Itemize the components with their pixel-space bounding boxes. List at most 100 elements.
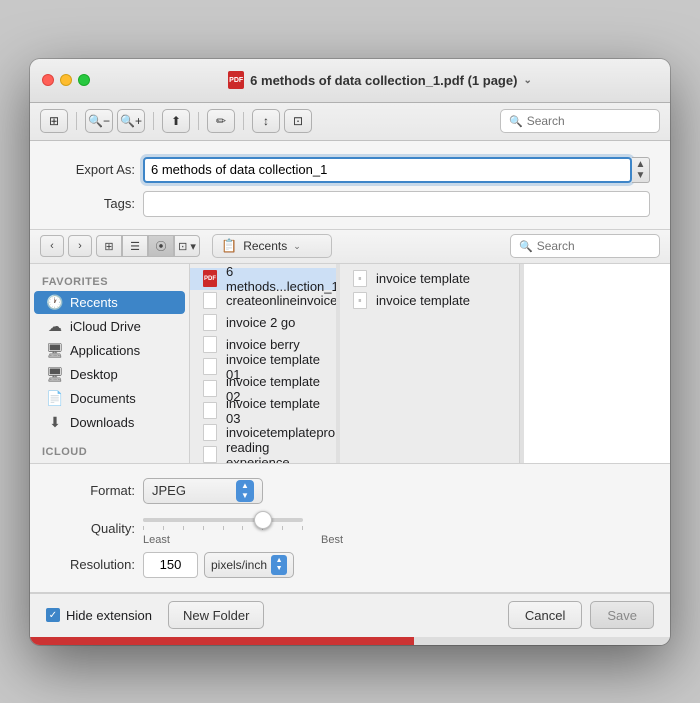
markup-button[interactable]: ✏ (207, 109, 235, 133)
file-item-8[interactable]: reading experience (190, 444, 336, 463)
close-button[interactable] (42, 74, 54, 86)
doc-file-icon-5 (203, 380, 217, 397)
file-icon-0: PDF (202, 270, 218, 288)
slider-wrapper (143, 512, 343, 522)
file-name-3: invoice berry (226, 337, 300, 352)
new-folder-button[interactable]: New Folder (168, 601, 264, 629)
sidebar-item-desktop[interactable]: 🖥 Desktop (34, 363, 185, 386)
file-icon-1 (202, 292, 218, 310)
location-selector[interactable]: 📋 Recents ⌄ (212, 234, 332, 258)
back-button[interactable]: ‹ (40, 235, 64, 257)
slider-fill (143, 518, 263, 522)
doc-file-icon-6 (203, 402, 217, 419)
second-col-icon-0: ≡ (352, 270, 368, 288)
location-text: Recents (243, 239, 287, 253)
doc-file-icon-7 (203, 424, 217, 441)
tags-input[interactable] (143, 191, 650, 217)
third-column (524, 264, 670, 463)
traffic-lights (42, 74, 90, 86)
sidebar-toggle-button[interactable]: ⊞ (40, 109, 68, 133)
window-title: 6 methods of data collection_1.pdf (1 pa… (250, 73, 517, 88)
forward-button[interactable]: › (68, 235, 92, 257)
sidebar-item-recents[interactable]: 🕐 Recents (34, 291, 185, 314)
sign-button[interactable]: ↕ (252, 109, 280, 133)
title-bar: PDF 6 methods of data collection_1.pdf (… (30, 59, 670, 103)
sidebar-icloud-drive-label: iCloud Drive (70, 319, 141, 334)
location-bar: 📋 Recents ⌄ (212, 234, 506, 258)
forms-button[interactable]: ⊡ (284, 109, 312, 133)
sidebar-item-downloads[interactable]: ⬇ Downloads (34, 411, 185, 434)
quality-row: Quality: (50, 512, 650, 546)
window-title-area: PDF 6 methods of data collection_1.pdf (… (102, 71, 658, 89)
second-col-item-0[interactable]: ≡ invoice template (340, 268, 519, 290)
title-chevron-icon[interactable]: ⌄ (523, 75, 531, 86)
file-item-2[interactable]: invoice 2 go (190, 312, 336, 334)
resolution-unit-arrows: ▲ ▼ (271, 555, 287, 575)
sidebar-applications-label: Applications (70, 343, 140, 358)
icon-view-button[interactable]: ⊞ (96, 235, 122, 257)
list-view-button[interactable]: ☰ (122, 235, 148, 257)
export-as-row: Export As: ▲▼ (50, 157, 650, 183)
format-selector[interactable]: JPEG ▲ ▼ (143, 478, 263, 504)
resolution-unit-selector[interactable]: pixels/inch ▲ ▼ (204, 552, 294, 578)
resolution-label: Resolution: (50, 557, 135, 572)
view-buttons: ⊞ ☰ ⦿ ⊡ ▾ (96, 235, 200, 257)
browser-search-input[interactable] (537, 239, 651, 253)
second-col-item-1[interactable]: ≡ invoice template (340, 290, 519, 312)
search-input[interactable] (527, 114, 651, 128)
browser-search-icon: 🔍 (519, 240, 533, 253)
sidebar-item-preview[interactable]: 👁 Preview (34, 461, 185, 463)
file-icon-7 (202, 424, 218, 442)
resolution-row: Resolution: pixels/inch ▲ ▼ (50, 552, 650, 578)
slider-thumb[interactable] (254, 511, 272, 529)
sidebar-item-applications[interactable]: 🖥 Applications (34, 339, 185, 362)
second-column: ≡ invoice template ≡ invoice template (340, 264, 520, 463)
cancel-button[interactable]: Cancel (508, 601, 582, 629)
sidebar-item-documents[interactable]: 📄 Documents (34, 387, 185, 410)
save-button[interactable]: Save (590, 601, 654, 629)
file-name-0: 6 methods...lection_1.pdf (226, 264, 336, 294)
file-icon-4 (202, 358, 218, 376)
desktop-icon: 🖥 (46, 366, 64, 383)
share-button[interactable]: ⬆ (162, 109, 190, 133)
favorites-section-label: Favorites (30, 272, 189, 290)
gallery-view-button[interactable]: ⊡ ▾ (174, 235, 200, 257)
file-icon-8 (202, 446, 218, 463)
file-icon-3 (202, 336, 218, 354)
documents-icon: 📄 (46, 390, 64, 407)
toolbar-search-box[interactable]: 🔍 (500, 109, 660, 133)
maximize-button[interactable] (78, 74, 90, 86)
hide-extension-checkbox[interactable]: ✓ (46, 608, 60, 622)
resolution-input[interactable] (143, 552, 198, 578)
doc-file-icon-3 (203, 336, 217, 353)
expand-dialog-button[interactable]: ▲▼ (632, 157, 650, 183)
sidebar-documents-label: Documents (70, 391, 136, 406)
doc-file-icon-8 (203, 446, 217, 463)
file-item-0[interactable]: PDF 6 methods...lection_1.pdf (190, 268, 336, 290)
footer: ✓ Hide extension New Folder Cancel Save (30, 593, 670, 637)
slider-ticks (143, 526, 303, 530)
browser-toolbar: ‹ › ⊞ ☰ ⦿ ⊡ ▾ 📋 Recents ⌄ 🔍 (30, 230, 670, 264)
toolbar-divider-4 (243, 112, 244, 130)
quality-slider-container: Least Best (143, 512, 343, 546)
export-as-label: Export As: (50, 162, 135, 177)
sidebar-item-icloud-drive[interactable]: ☁ iCloud Drive (34, 315, 185, 338)
file-name-2: invoice 2 go (226, 315, 295, 330)
format-select-arrows: ▲ ▼ (236, 480, 254, 502)
column-view-button[interactable]: ⦿ (148, 235, 174, 257)
search-icon: 🔍 (509, 115, 523, 128)
doc-file-icon-4 (203, 358, 217, 375)
hide-extension-checkbox-area[interactable]: ✓ Hide extension (46, 608, 152, 623)
zoom-out-button[interactable]: 🔍− (85, 109, 113, 133)
main-window: PDF 6 methods of data collection_1.pdf (… (30, 59, 670, 645)
file-list: PDF 6 methods...lection_1.pdf createonli… (190, 264, 336, 463)
second-col-icon-1: ≡ (352, 292, 368, 310)
zoom-in-button[interactable]: 🔍+ (117, 109, 145, 133)
file-item-6[interactable]: invoice template 03 (190, 400, 336, 422)
browser-search-box[interactable]: 🔍 (510, 234, 660, 258)
export-as-input[interactable] (143, 157, 632, 183)
sidebar: Favorites 🕐 Recents ☁ iCloud Drive 🖥 App… (30, 264, 190, 463)
file-item-1[interactable]: createonlineinvoices (190, 290, 336, 312)
minimize-button[interactable] (60, 74, 72, 86)
slider-max-label: Best (321, 534, 343, 546)
